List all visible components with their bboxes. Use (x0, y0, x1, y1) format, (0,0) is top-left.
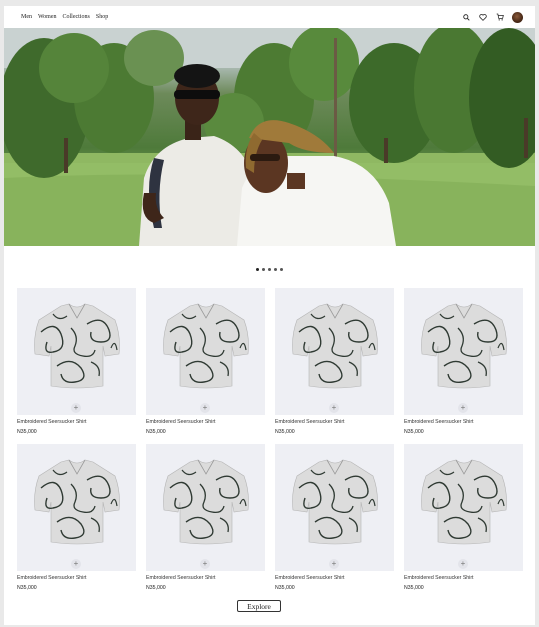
add-to-cart-button[interactable]: + (458, 403, 468, 413)
add-to-cart-button[interactable]: + (200, 559, 210, 569)
add-to-cart-button[interactable]: + (329, 559, 339, 569)
shirt-image (33, 459, 120, 545)
cart-icon[interactable] (495, 12, 505, 22)
product-card[interactable]: + Embroidered Seersucker Shirt N35,000 (17, 288, 136, 444)
hero-image (4, 28, 535, 246)
shirt-image (291, 459, 378, 545)
product-name: Embroidered Seersucker Shirt (146, 419, 216, 425)
carousel-dot[interactable] (280, 268, 283, 271)
heart-icon[interactable] (478, 12, 488, 22)
nav-item-shop[interactable]: Shop (96, 14, 108, 20)
product-price: N35,000 (275, 585, 295, 591)
product-image[interactable]: + (404, 288, 523, 415)
product-card[interactable]: + Embroidered Seersucker Shirt N35,000 (146, 288, 265, 444)
product-image[interactable]: + (17, 444, 136, 571)
nav-item-collections[interactable]: Collections (63, 14, 90, 20)
header-actions (461, 11, 523, 23)
product-image[interactable]: + (275, 444, 394, 571)
product-price: N35,000 (146, 429, 166, 435)
shirt-image (33, 303, 120, 389)
product-name: Embroidered Seersucker Shirt (404, 419, 474, 425)
product-name: Embroidered Seersucker Shirt (17, 575, 87, 581)
product-name: Embroidered Seersucker Shirt (275, 575, 345, 581)
product-name: Embroidered Seersucker Shirt (17, 419, 87, 425)
carousel-dots (4, 268, 535, 271)
product-price: N35,000 (17, 429, 37, 435)
shirt-image (420, 303, 507, 389)
product-card[interactable]: + Embroidered Seersucker Shirt N35,000 (404, 444, 523, 600)
page-frame: Men Women Collections Shop + Embroidered… (4, 6, 535, 625)
carousel-dot[interactable] (256, 268, 259, 271)
product-price: N35,000 (404, 429, 424, 435)
product-price: N35,000 (275, 429, 295, 435)
product-price: N35,000 (17, 585, 37, 591)
explore-button[interactable]: Explore (237, 600, 281, 612)
product-card[interactable]: + Embroidered Seersucker Shirt N35,000 (275, 288, 394, 444)
product-price: N35,000 (404, 585, 424, 591)
avatar[interactable] (512, 11, 523, 23)
product-card[interactable]: + Embroidered Seersucker Shirt N35,000 (17, 444, 136, 600)
add-to-cart-button[interactable]: + (458, 559, 468, 569)
product-card[interactable]: + Embroidered Seersucker Shirt N35,000 (404, 288, 523, 444)
header: Men Women Collections Shop (4, 6, 535, 28)
carousel-dot[interactable] (274, 268, 277, 271)
main-nav: Men Women Collections Shop (21, 14, 108, 20)
add-to-cart-button[interactable]: + (329, 403, 339, 413)
shirt-image (291, 303, 378, 389)
add-to-cart-button[interactable]: + (200, 403, 210, 413)
product-card[interactable]: + Embroidered Seersucker Shirt N35,000 (146, 444, 265, 600)
nav-item-men[interactable]: Men (21, 14, 32, 20)
product-image[interactable]: + (275, 288, 394, 415)
shirt-image (420, 459, 507, 545)
add-to-cart-button[interactable]: + (71, 559, 81, 569)
product-price: N35,000 (146, 585, 166, 591)
product-grid: + Embroidered Seersucker Shirt N35,000 +… (17, 288, 528, 600)
carousel-dot[interactable] (262, 268, 265, 271)
product-name: Embroidered Seersucker Shirt (146, 575, 216, 581)
product-name: Embroidered Seersucker Shirt (404, 575, 474, 581)
carousel-dot[interactable] (268, 268, 271, 271)
product-card[interactable]: + Embroidered Seersucker Shirt N35,000 (275, 444, 394, 600)
hero-banner (4, 28, 535, 246)
shirt-image (162, 459, 249, 545)
product-image[interactable]: + (404, 444, 523, 571)
product-image[interactable]: + (17, 288, 136, 415)
add-to-cart-button[interactable]: + (71, 403, 81, 413)
search-icon[interactable] (461, 12, 471, 22)
product-name: Embroidered Seersucker Shirt (275, 419, 345, 425)
nav-item-women[interactable]: Women (38, 14, 57, 20)
product-image[interactable]: + (146, 288, 265, 415)
product-image[interactable]: + (146, 444, 265, 571)
shirt-image (162, 303, 249, 389)
